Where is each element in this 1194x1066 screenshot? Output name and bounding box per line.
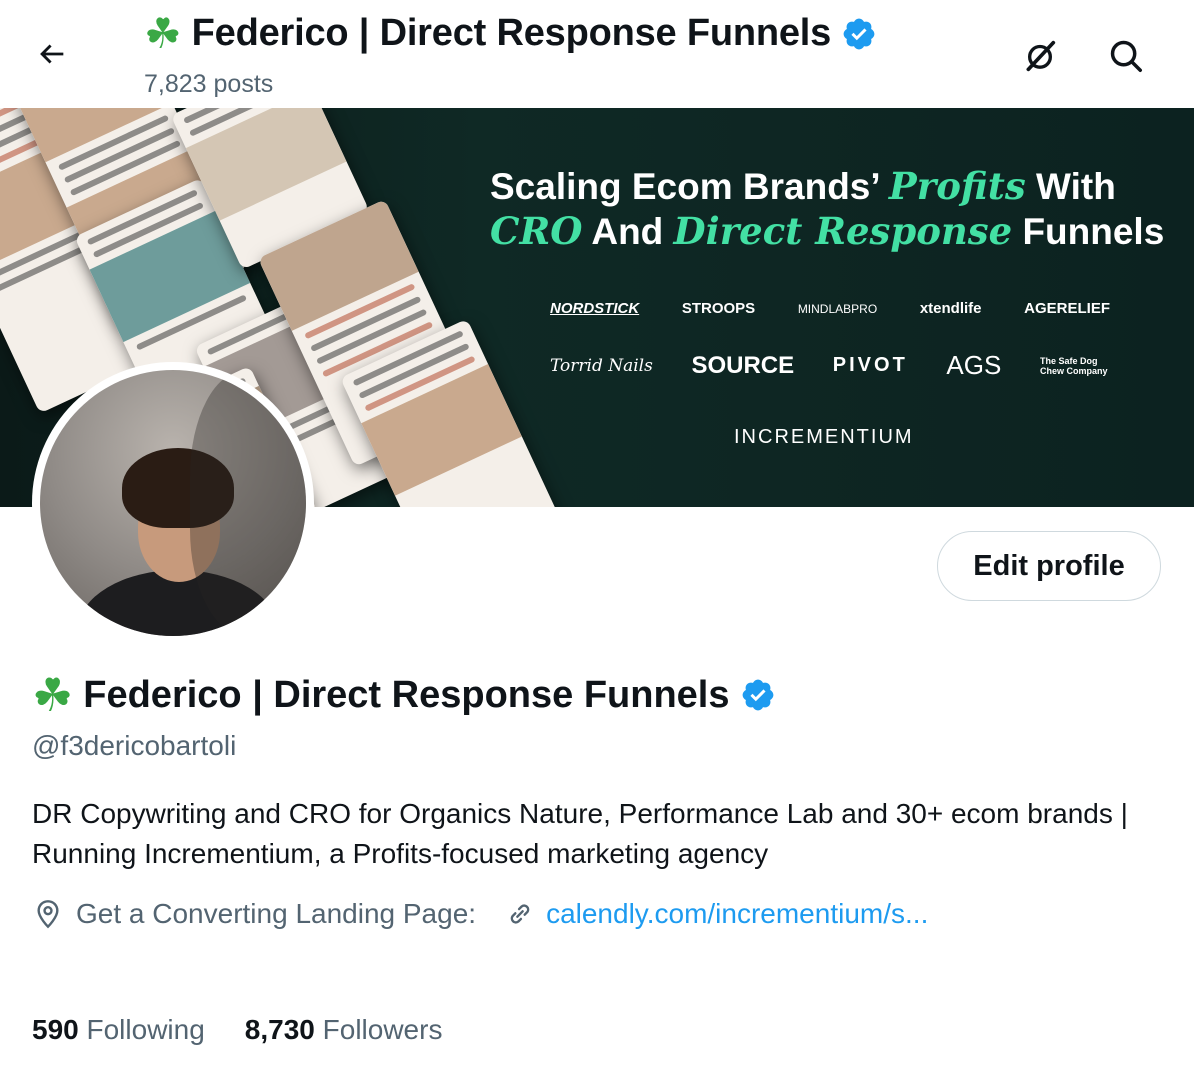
following-count: 590 — [32, 1014, 79, 1045]
client-logo: xtendlife — [919, 300, 982, 317]
client-logos-row-1: NORDSTICK STROOPS MINDLABPRO xtendlife A… — [550, 300, 1110, 317]
profile-location: Get a Converting Landing Page: — [76, 898, 477, 929]
grok-icon — [1026, 40, 1056, 72]
client-logo: SOURCE — [691, 351, 795, 379]
follow-stats: 590 Following 8,730 Followers — [32, 1014, 442, 1046]
grok-button[interactable] — [1012, 28, 1068, 84]
client-logo: PIVOT — [832, 354, 908, 376]
headline-highlight: Direct Response — [673, 209, 1013, 253]
headline-text: Scaling Ecom Brands’ — [490, 166, 889, 207]
client-logo: NORDSTICK — [550, 300, 640, 317]
headline-highlight: CRO — [490, 209, 583, 253]
headline-highlight: Profits — [888, 164, 1026, 208]
followers-label: Followers — [322, 1014, 443, 1045]
verified-badge-icon — [843, 18, 875, 49]
following-stat[interactable]: 590 Following — [32, 1014, 205, 1046]
client-logo: Torrid Nails — [550, 355, 653, 376]
verified-badge-icon[interactable] — [740, 677, 776, 713]
client-logos-row-2: Torrid Nails SOURCE PIVOT AGS The Safe D… — [550, 350, 1110, 381]
page-title: Federico | Direct Response Funnels — [191, 12, 832, 54]
back-arrow-icon — [40, 44, 64, 64]
client-logo: AGS — [946, 350, 1002, 380]
profile-handle: @f3dericobartoli — [32, 730, 237, 761]
profile-bio: DR Copywriting and CRO for Organics Natu… — [32, 798, 1128, 869]
search-button[interactable] — [1098, 28, 1154, 84]
profile-avatar[interactable] — [32, 362, 314, 644]
link-icon — [510, 904, 530, 924]
agency-brand: INCREMENTIUM — [734, 426, 914, 448]
client-logo: AGERELIEF — [1024, 300, 1110, 317]
top-bar: ☘ Federico | Direct Response Funnels 7,8… — [0, 0, 1194, 108]
headline-text: Funnels — [1012, 211, 1165, 252]
followers-count: 8,730 — [244, 1014, 315, 1045]
edit-profile-button[interactable]: Edit profile — [937, 531, 1161, 601]
followers-stat[interactable]: 8,730 Followers — [245, 1014, 443, 1046]
client-logo: STROOPS — [681, 300, 756, 317]
headline-text: With — [1025, 166, 1116, 207]
headline-text: And — [582, 211, 674, 252]
client-logo: MINDLABPRO — [797, 301, 878, 316]
location-pin-icon — [37, 900, 59, 929]
search-icon — [1110, 40, 1142, 72]
profile-name-row: ☘ Federico | Direct Response Funnels — [32, 672, 776, 718]
profile-name: Federico | Direct Response Funnels — [83, 673, 730, 716]
profile-meta: Get a Converting Landing Page: calendly.… — [32, 898, 928, 930]
profile-website-link[interactable]: calendly.com/incrementium/s... — [546, 898, 928, 930]
avatar-photo — [40, 370, 306, 636]
banner-headline: Scaling Ecom Brands’ Profits With CRO An… — [490, 164, 1170, 254]
following-label: Following — [86, 1014, 205, 1045]
posts-count: 7,823 posts — [144, 70, 274, 98]
clover-emoji: ☘ — [144, 9, 182, 57]
back-button[interactable] — [22, 24, 82, 84]
header-title: ☘ Federico | Direct Response Funnels — [144, 12, 877, 55]
client-logo: The Safe Dog Chew Company — [1039, 355, 1108, 376]
clover-emoji: ☘ — [32, 669, 74, 721]
